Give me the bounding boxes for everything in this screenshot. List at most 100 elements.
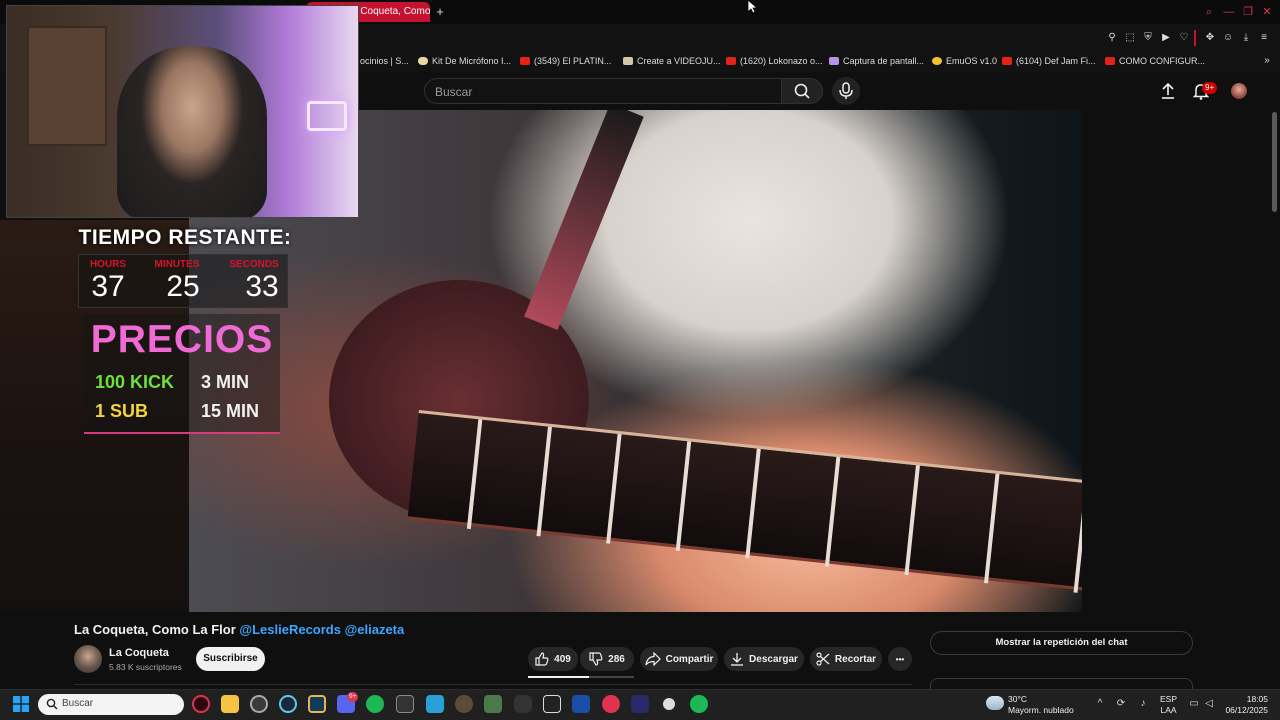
obs-studio-icon[interactable]: [660, 695, 678, 713]
like-button[interactable]: 409: [528, 647, 578, 671]
timer-title: TIEMPO RESTANTE:: [78, 226, 292, 249]
video-title-text: La Coqueta, Como La Flor: [74, 622, 236, 637]
prices-title: PRECIOS: [90, 318, 274, 361]
price-item: 1 SUB: [95, 401, 149, 421]
bookmark-item[interactable]: Kit De Micrófono I...: [418, 54, 511, 68]
subscriber-count: 5.83 K suscriptores: [109, 662, 182, 672]
bookmark-item[interactable]: ocinios | S...: [360, 54, 409, 68]
pin-icon[interactable]: ⚲: [1105, 31, 1119, 45]
bookmark-item[interactable]: EmuOS v1.0: [932, 54, 997, 68]
page-icon: [623, 57, 633, 65]
weather-icon[interactable]: [986, 696, 1004, 710]
restore-icon[interactable]: ❐: [1240, 4, 1256, 20]
dislike-button[interactable]: 286: [580, 647, 634, 671]
download-label: Descargar: [749, 653, 798, 665]
timer-seconds-value: 33: [245, 270, 279, 303]
price-time: 15 MIN: [201, 401, 260, 421]
clock-time[interactable]: 18:05: [1232, 694, 1268, 704]
pen-app-icon[interactable]: [631, 695, 649, 713]
bookmark-item[interactable]: Create a VIDEOJU...: [623, 54, 721, 68]
chat-panel-edge: [930, 678, 1193, 689]
bookmark-item[interactable]: (1620) Lokonazo o...: [726, 54, 823, 68]
bookmark-item[interactable]: (3549) El PLATIN...: [520, 54, 611, 68]
security-app-icon[interactable]: [308, 695, 326, 713]
game-icon[interactable]: [455, 695, 473, 713]
notepad-icon[interactable]: [426, 695, 444, 713]
page-scrollbar[interactable]: [1272, 112, 1277, 212]
timer-seconds-label: SECONDS: [229, 259, 279, 270]
bookmark-item[interactable]: COMO CONFIGUR...: [1105, 54, 1205, 68]
search-button[interactable]: [781, 78, 823, 104]
more-actions-button[interactable]: •••: [888, 647, 912, 671]
car-app-icon[interactable]: [514, 695, 532, 713]
video-title: La Coqueta, Como La Flor @LeslieRecords …: [74, 622, 404, 637]
timer-minutes-value: 25: [166, 270, 200, 303]
share-button[interactable]: Compartir: [640, 647, 718, 671]
download-button[interactable]: Descargar: [724, 647, 804, 671]
language-code: ESP: [1160, 694, 1178, 704]
shield-app-icon[interactable]: [572, 695, 590, 713]
language-indicator[interactable]: ESP LAA: [1160, 694, 1177, 716]
box-icon[interactable]: ▶: [1159, 31, 1173, 45]
youtube-icon: [520, 57, 530, 65]
user-avatar[interactable]: [1231, 83, 1247, 99]
webcam-neon-sign: [307, 101, 347, 131]
webcam-shelf: [27, 26, 107, 146]
voice-search-button[interactable]: [832, 77, 860, 105]
extensions-icon[interactable]: ✥: [1203, 31, 1217, 45]
puzzle-app-icon[interactable]: [484, 695, 502, 713]
keyboard-layout: LAA: [1160, 705, 1177, 715]
video-title-mentions[interactable]: @LeslieRecords @eliazeta: [239, 622, 404, 637]
heart-icon[interactable]: ♡: [1177, 31, 1191, 45]
red-app-icon[interactable]: [602, 695, 620, 713]
screenshot-icon[interactable]: ⬚: [1123, 31, 1137, 45]
shield-icon[interactable]: ⛨: [1141, 31, 1155, 45]
search-tabs-icon[interactable]: ⌕: [1201, 4, 1217, 20]
menu-icon[interactable]: ≡: [1257, 31, 1271, 45]
steam-icon[interactable]: [279, 695, 297, 713]
close-icon[interactable]: ✕: [1259, 4, 1275, 20]
new-tab-button[interactable]: +: [432, 4, 448, 20]
capcut-icon[interactable]: [543, 695, 561, 713]
tray-mic-icon[interactable]: ♪: [1136, 697, 1150, 711]
file-explorer-icon[interactable]: [221, 695, 239, 713]
bookmarks-overflow-icon[interactable]: »: [1260, 54, 1274, 68]
minimize-icon[interactable]: —: [1221, 4, 1237, 20]
youtube-icon: [1002, 57, 1012, 65]
windows-start-button[interactable]: [13, 696, 29, 712]
clock-date[interactable]: 06/12/2025: [1220, 705, 1268, 715]
calculator-app-icon[interactable]: [396, 695, 414, 713]
timer-hours-label: HOURS: [89, 259, 127, 270]
channel-avatar[interactable]: [74, 645, 102, 673]
download-icon[interactable]: ⤓: [1239, 31, 1253, 45]
tray-sync-icon[interactable]: ⟳: [1114, 697, 1128, 711]
youtube-icon: [726, 57, 736, 65]
opera-gx-icon[interactable]: [192, 695, 210, 713]
feather-icon: [829, 57, 839, 65]
spotify-icon[interactable]: [366, 695, 384, 713]
bookmark-item[interactable]: Captura de pantall...: [829, 54, 924, 68]
chat-replay-button[interactable]: Mostrar la repetición del chat: [930, 631, 1193, 655]
search-input[interactable]: Buscar: [424, 78, 782, 104]
bookmark-item[interactable]: (6104) Def Jam Fi...: [1002, 54, 1096, 68]
webcam-person: [117, 46, 267, 217]
pill-icon: [418, 57, 428, 65]
account-icon[interactable]: ☺: [1221, 31, 1235, 45]
tray-overflow-icon[interactable]: ^: [1093, 697, 1107, 711]
channel-name[interactable]: La Coqueta: [109, 647, 169, 659]
taskbar-search-icon: [46, 698, 58, 710]
network-icon[interactable]: ▭: [1187, 697, 1201, 711]
description-divider: [74, 684, 912, 685]
volume-icon[interactable]: ◁: [1202, 697, 1216, 711]
weather-temp[interactable]: 30°C: [1008, 694, 1027, 704]
spotify-icon-2[interactable]: [690, 695, 708, 713]
clip-button[interactable]: Recortar: [810, 647, 882, 671]
upload-button[interactable]: [1160, 82, 1176, 100]
weather-description[interactable]: Mayorm. nublado: [1008, 705, 1074, 715]
thumbs-up-icon: [535, 652, 549, 666]
subscribe-button[interactable]: Suscribirse: [196, 647, 265, 671]
taskbar-search-input[interactable]: Buscar: [38, 694, 184, 715]
windows-logo-icon: [13, 696, 29, 712]
obs-icon[interactable]: [250, 695, 268, 713]
like-ratio-bar: [528, 676, 634, 678]
